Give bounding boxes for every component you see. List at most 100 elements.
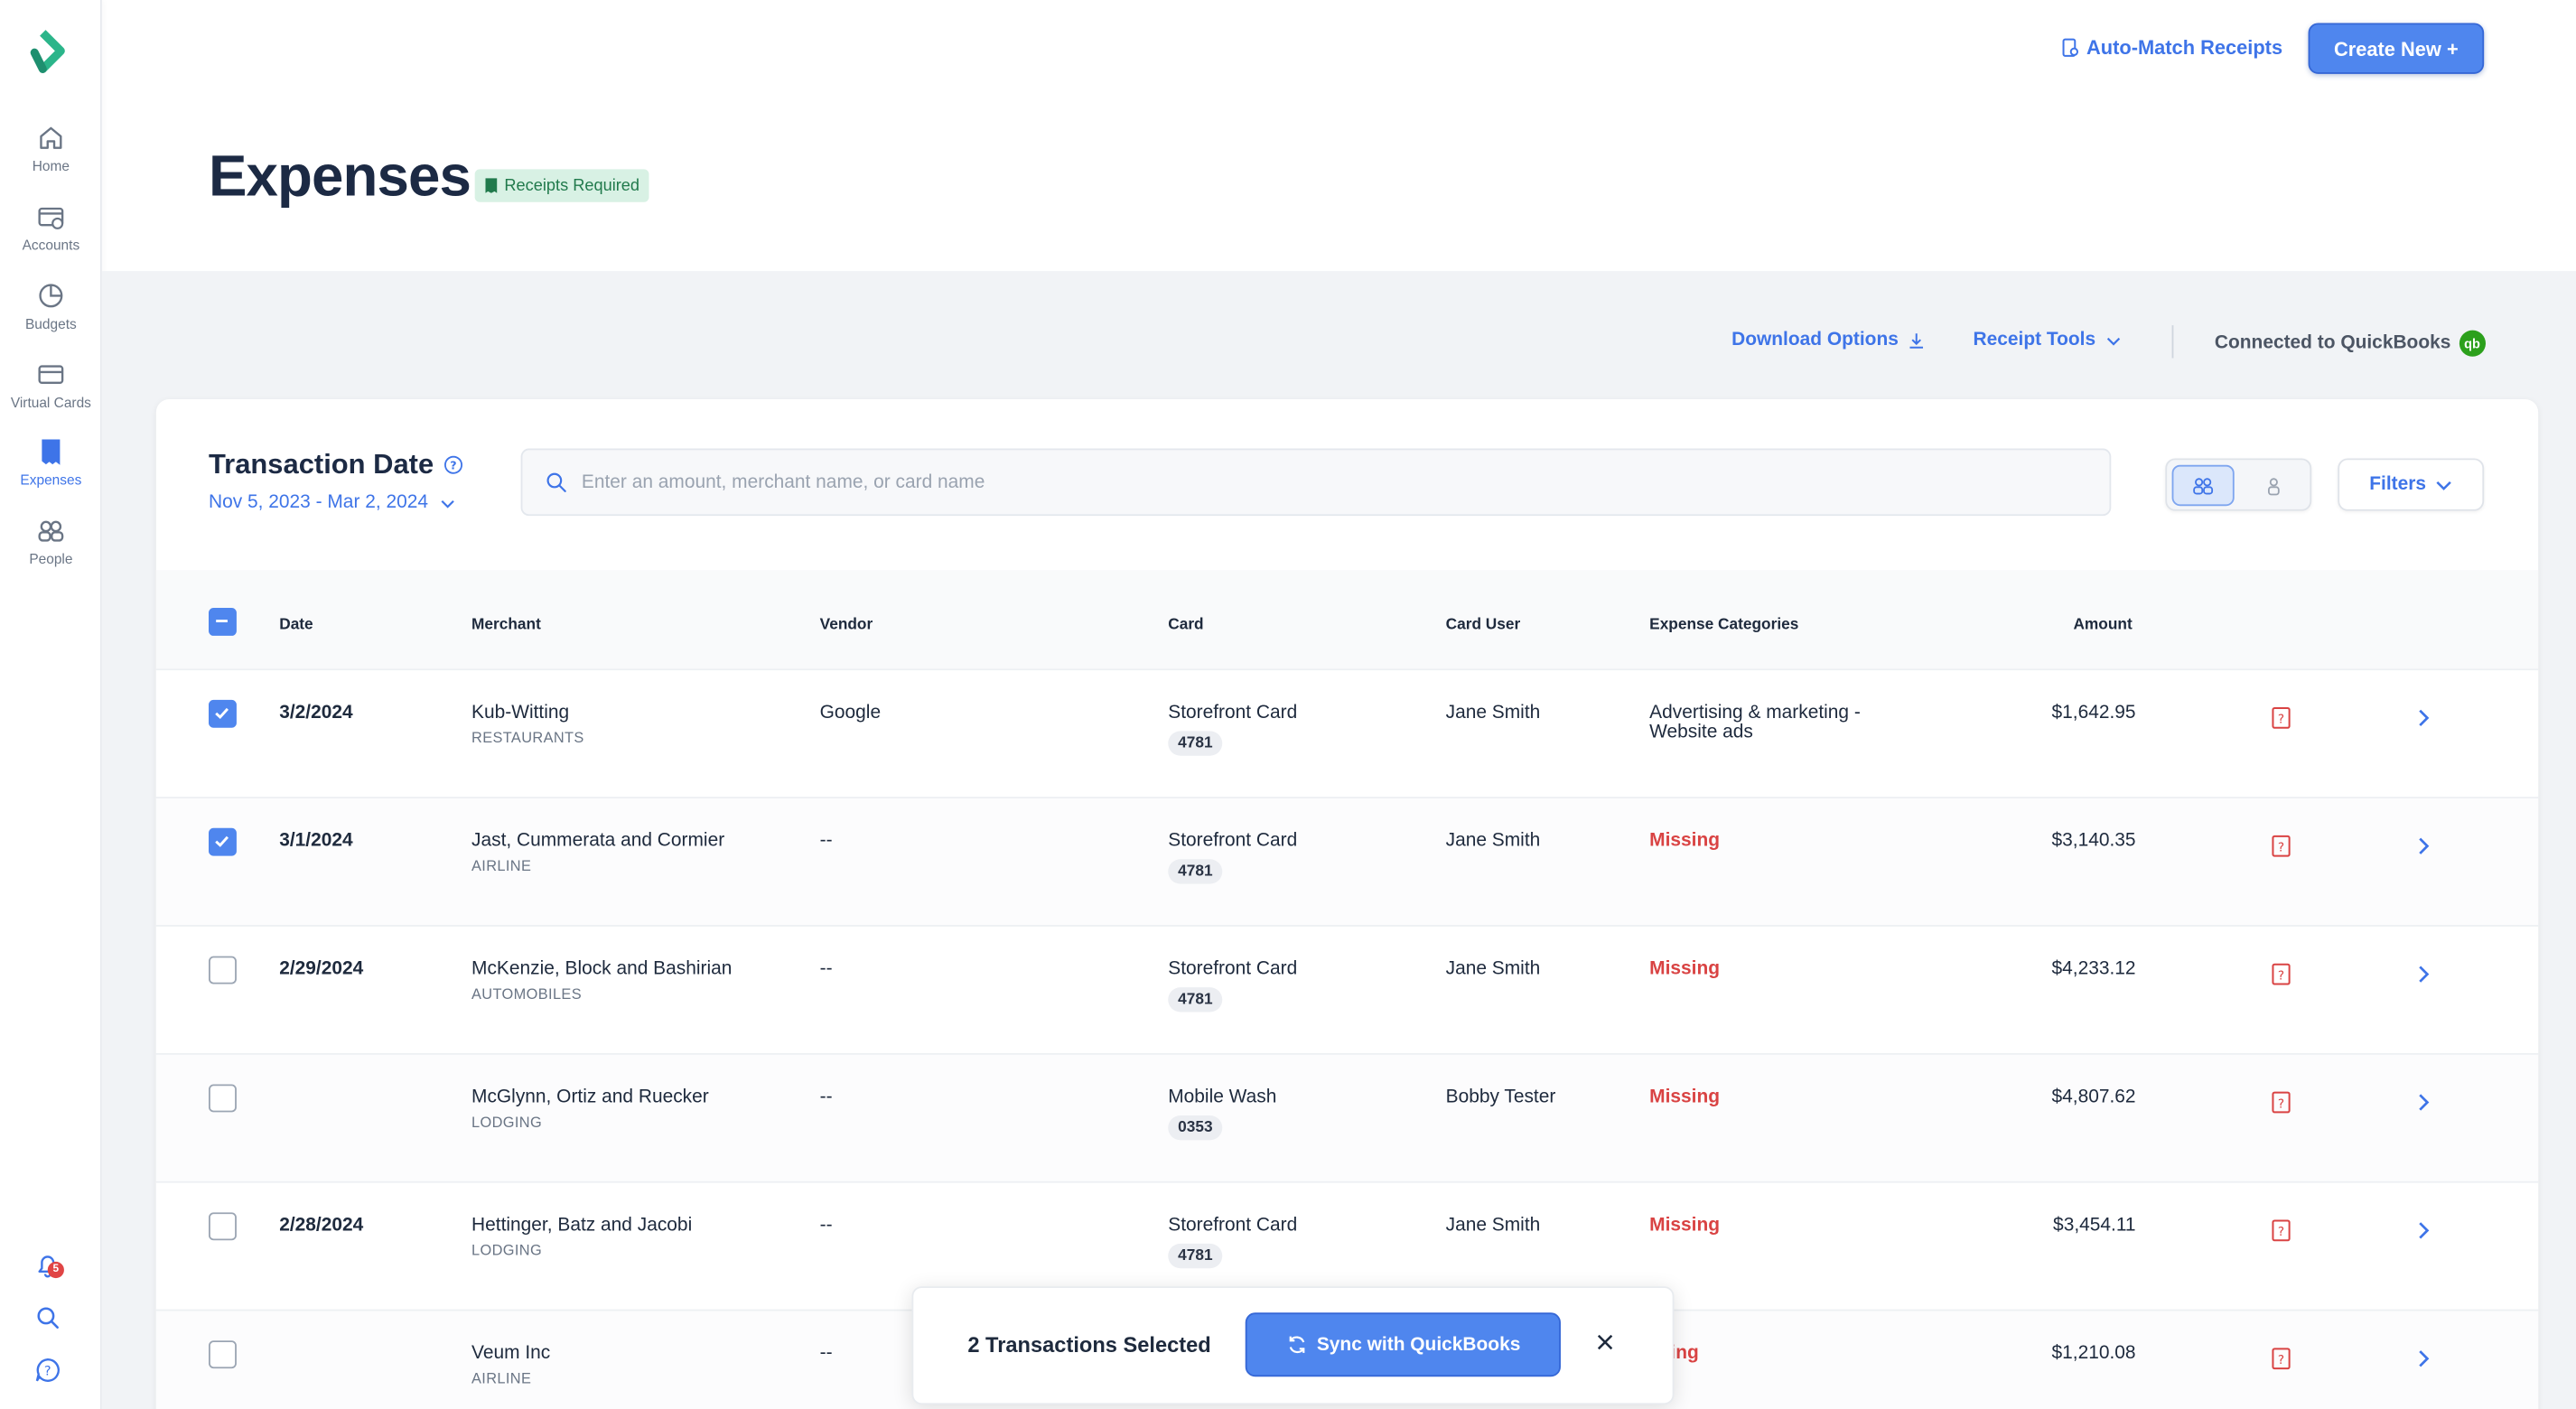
row-vendor: --	[819, 1343, 833, 1364]
merchant-name: Kub-Witting	[471, 703, 570, 723]
sync-quickbooks-button[interactable]: Sync with QuickBooks	[1245, 1312, 1561, 1377]
app-logo-icon[interactable]	[28, 30, 68, 76]
row-expense-category[interactable]: Missing	[1649, 831, 1720, 851]
chevron-down-icon	[440, 499, 454, 508]
merchant-category: AIRLINE	[471, 857, 532, 874]
auto-match-receipts-label: Auto-Match Receipts	[2086, 36, 2283, 60]
svg-text:$: $	[47, 443, 54, 457]
sidebar-item-expenses[interactable]: $ Expenses	[0, 437, 102, 488]
row-checkbox[interactable]	[209, 1084, 237, 1113]
row-card-user: Jane Smith	[1445, 831, 1541, 852]
svg-text:?: ?	[2278, 841, 2284, 855]
row-vendor: --	[819, 831, 833, 852]
row-amount: $3,454.11	[2053, 1215, 2136, 1236]
column-header-expense-categories[interactable]: Expense Categories	[1649, 616, 1798, 634]
row-card: Mobile Wash 0353	[1168, 1087, 1276, 1141]
download-options-button[interactable]: Download Options	[1731, 331, 1925, 350]
help-icon[interactable]: ?	[33, 1356, 62, 1386]
column-header-merchant[interactable]: Merchant	[471, 616, 541, 634]
date-range-picker[interactable]: Nov 5, 2023 - Mar 2, 2024	[209, 493, 456, 512]
merchant-category: LODGING	[471, 1114, 543, 1131]
page-title: Expenses	[209, 145, 471, 210]
sidebar: Home Accounts Budgets Virtual Cards $ Ex…	[0, 0, 102, 1409]
select-all-checkbox[interactable]	[209, 607, 237, 636]
sidebar-item-budgets[interactable]: Budgets	[0, 281, 102, 331]
connected-label: Connected to QuickBooks	[2214, 333, 2451, 354]
sidebar-item-virtual-cards[interactable]: Virtual Cards	[0, 359, 102, 411]
receipt-missing-icon[interactable]: ?	[2271, 1347, 2292, 1378]
svg-text:?: ?	[2278, 713, 2284, 727]
row-date: 2/29/2024	[279, 959, 364, 980]
category-label-line2: Website ads	[1649, 723, 1753, 743]
sidebar-item-people[interactable]: People	[0, 516, 102, 567]
column-header-vendor[interactable]: Vendor	[820, 616, 873, 634]
row-checkbox[interactable]	[209, 699, 237, 728]
receipt-tools-dropdown[interactable]: Receipt Tools	[1973, 331, 2122, 350]
chevron-right-icon[interactable]	[2413, 1347, 2433, 1378]
row-card: Storefront Card 4781	[1168, 959, 1297, 1012]
row-checkbox[interactable]	[209, 827, 237, 856]
search-icon[interactable]	[33, 1302, 62, 1332]
receipts-required-label: Receipts Required	[504, 176, 640, 195]
receipt-missing-icon[interactable]: ?	[2271, 1219, 2292, 1251]
quickbooks-logo-icon: qb	[2459, 330, 2486, 357]
chevron-right-icon[interactable]	[2413, 706, 2433, 738]
chevron-right-icon[interactable]	[2413, 1091, 2433, 1123]
row-checkbox[interactable]	[209, 956, 237, 984]
column-header-card[interactable]: Card	[1168, 616, 1203, 634]
receipt-tools-label: Receipt Tools	[1973, 330, 2096, 350]
row-merchant: McKenzie, Block and Bashirian AUTOMOBILES	[471, 959, 732, 1002]
merchant-category: LODGING	[471, 1242, 543, 1259]
info-icon[interactable]: ?	[443, 455, 463, 475]
home-icon	[36, 123, 66, 153]
sidebar-item-label: Budgets	[24, 315, 77, 332]
receipt-missing-icon[interactable]: ?	[2271, 706, 2292, 738]
people-icon	[36, 516, 66, 546]
category-label: Missing	[1649, 831, 1721, 852]
personal-view-toggle[interactable]	[2243, 465, 2305, 506]
close-icon[interactable]	[1593, 1330, 1616, 1353]
chevron-right-icon[interactable]	[2413, 835, 2433, 866]
sidebar-item-home[interactable]: Home	[0, 123, 102, 174]
auto-match-receipts-link[interactable]: Auto-Match Receipts	[2060, 36, 2282, 59]
search-input[interactable]	[581, 471, 2060, 492]
row-card-user: Jane Smith	[1445, 959, 1541, 980]
transaction-date-heading: Transaction Date ?	[209, 449, 463, 481]
row-expense-category[interactable]: Missing	[1649, 1087, 1720, 1107]
svg-text:?: ?	[2278, 968, 2284, 983]
sidebar-item-accounts[interactable]: Accounts	[0, 202, 102, 253]
row-date: 3/2/2024	[279, 703, 353, 723]
row-date: 3/1/2024	[279, 831, 353, 852]
chevron-right-icon[interactable]	[2413, 1219, 2433, 1251]
accounts-icon	[36, 202, 66, 232]
filters-label: Filters	[2369, 474, 2427, 495]
row-checkbox[interactable]	[209, 1212, 237, 1241]
row-amount: $3,140.35	[2051, 831, 2136, 852]
card-name: Storefront Card	[1168, 703, 1298, 723]
receipt-missing-icon[interactable]: ?	[2271, 1091, 2292, 1123]
search-box	[520, 448, 2112, 517]
row-vendor: Google	[819, 703, 882, 723]
virtual-cards-icon	[36, 359, 66, 389]
column-header-date[interactable]: Date	[279, 616, 313, 634]
column-header-card-user[interactable]: Card User	[1446, 616, 1521, 634]
team-view-toggle[interactable]	[2171, 464, 2235, 507]
card-name: Storefront Card	[1168, 959, 1298, 980]
merchant-category: AIRLINE	[471, 1369, 532, 1387]
view-toggle	[2165, 458, 2312, 511]
row-expense-category[interactable]: Missing	[1649, 1216, 1720, 1236]
column-header-amount[interactable]: Amount	[2073, 616, 2132, 634]
transaction-date-title: Transaction Date	[209, 448, 434, 481]
receipt-missing-icon[interactable]: ?	[2271, 835, 2292, 866]
create-new-button[interactable]: Create New +	[2308, 23, 2485, 74]
row-expense-category[interactable]: Missing	[1649, 959, 1720, 979]
receipts-required-badge: Receipts Required	[474, 169, 649, 202]
chevron-right-icon[interactable]	[2413, 963, 2433, 994]
merchant-category: AUTOMOBILES	[471, 985, 583, 1003]
row-checkbox[interactable]	[209, 1340, 237, 1369]
row-merchant: Kub-Witting RESTAURANTS	[471, 703, 584, 745]
row-expense-category[interactable]: Advertising & marketing - Website ads	[1649, 703, 1861, 742]
card-last-four: 0353	[1168, 1115, 1223, 1141]
filters-button[interactable]: Filters	[2338, 458, 2485, 511]
receipt-missing-icon[interactable]: ?	[2271, 963, 2292, 994]
